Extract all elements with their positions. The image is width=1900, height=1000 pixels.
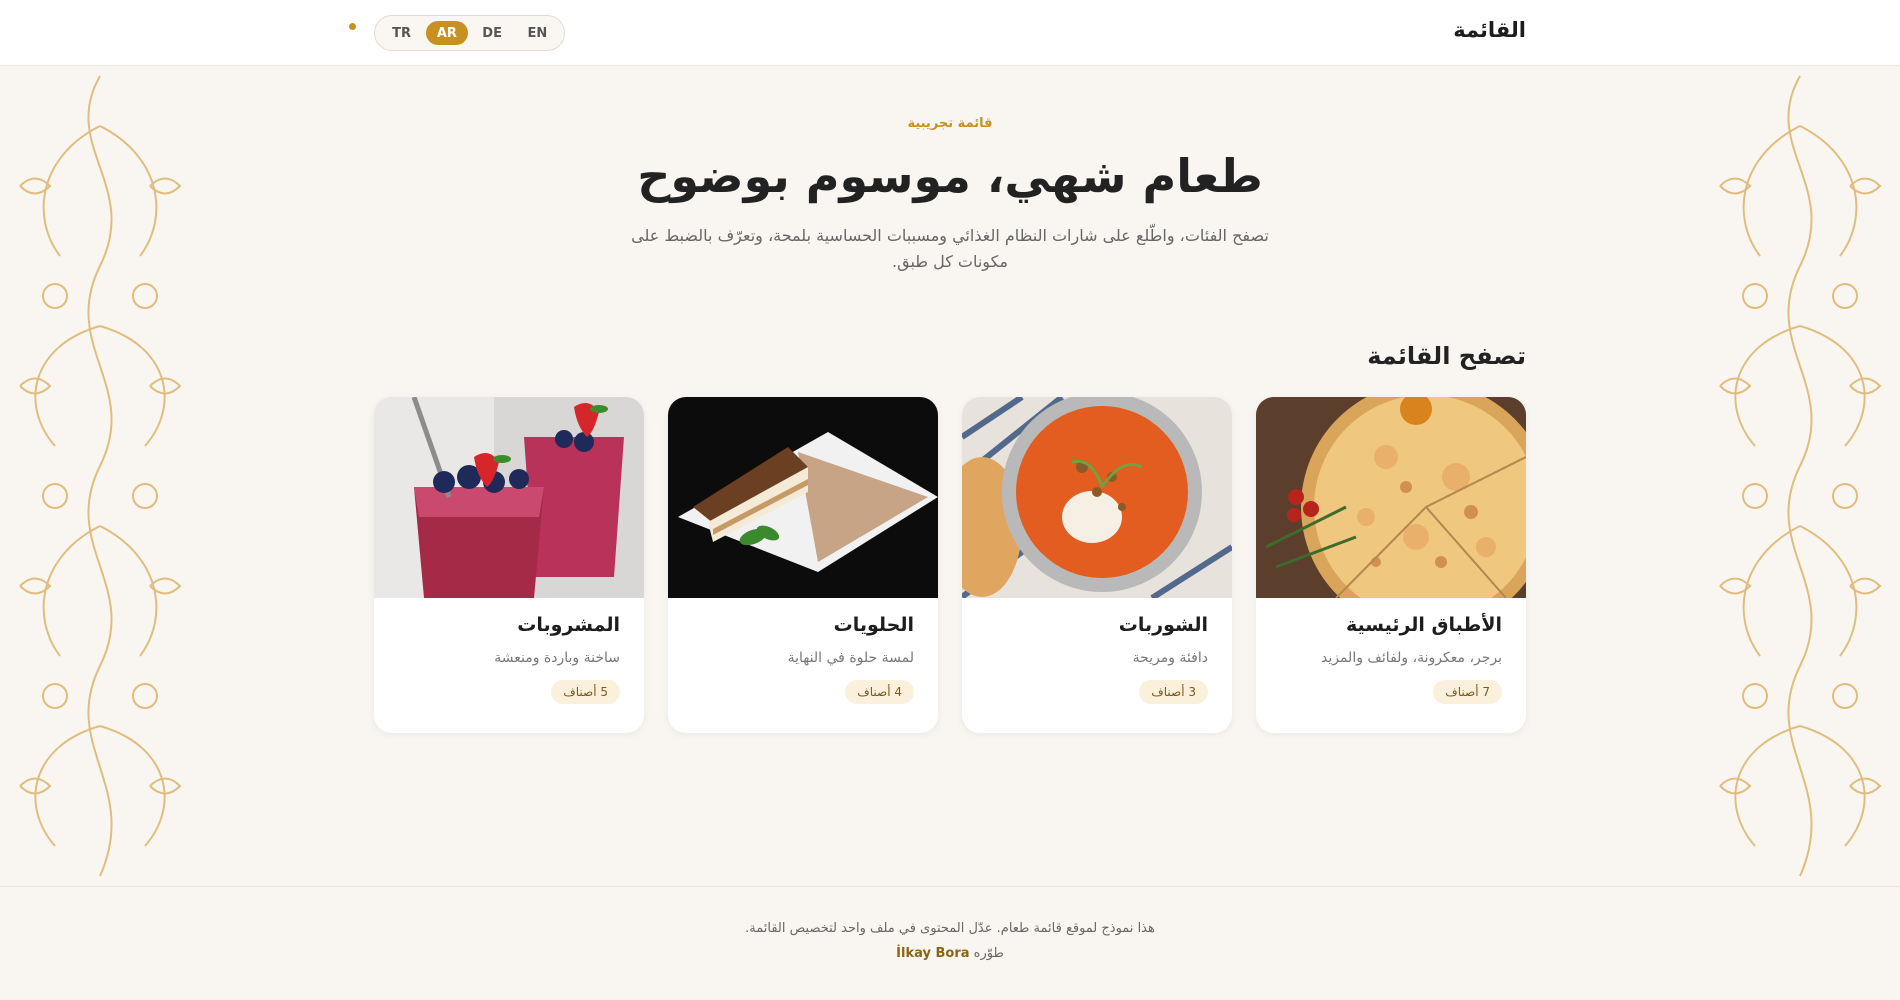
footer-credit: طوّره İlkay Bora: [0, 946, 1900, 961]
language-switcher: TR AR DE EN: [374, 15, 565, 51]
hero-eyebrow: قائمة تجريبية: [907, 116, 993, 131]
item-count-badge: 7 أصناف: [1433, 680, 1502, 704]
category-card-mains[interactable]: الأطباق الرئيسية برجر، معكرونة، ولفائف و…: [1256, 397, 1526, 733]
category-subtitle: برجر، معكرونة، ولفائف والمزيد: [1320, 650, 1502, 666]
tiramisu-image: [668, 397, 938, 598]
item-count-badge: 3 أصناف: [1139, 680, 1208, 704]
brand-logo[interactable]: القائمة: [1453, 18, 1526, 42]
brand-dot-icon: [349, 23, 356, 30]
category-card-desserts[interactable]: الحلويات لمسة حلوة في النهاية 4 أصناف: [668, 397, 938, 733]
category-subtitle: دافئة ومريحة: [1132, 650, 1208, 666]
hero-section: قائمة تجريبية طعام شهي، موسوم بوضوح تصفح…: [0, 66, 1900, 275]
lang-button-en[interactable]: EN: [517, 21, 558, 45]
category-subtitle: لمسة حلوة في النهاية: [787, 650, 914, 666]
item-count-badge: 5 أصناف: [551, 680, 620, 704]
footer-note: هذا نموذج لموقع قائمة طعام. عدّل المحتوى…: [745, 921, 1155, 936]
category-title: المشروبات: [517, 614, 620, 636]
pizza-image: [1256, 397, 1526, 598]
category-title: الحلويات: [833, 614, 914, 636]
lang-button-de[interactable]: DE: [472, 21, 513, 45]
credit-prefix: طوّره: [973, 946, 1004, 961]
item-count-badge: 4 أصناف: [845, 680, 914, 704]
browse-menu-heading: تصفح القائمة: [1367, 342, 1526, 370]
category-card-drinks[interactable]: المشروبات ساخنة وباردة ومنعشة 5 أصناف: [374, 397, 644, 733]
category-subtitle: ساخنة وباردة ومنعشة: [494, 650, 620, 666]
hero-description: تصفح الفئات، واطّلع على شارات النظام الغ…: [631, 226, 1269, 271]
category-card-soups[interactable]: الشوربات دافئة ومريحة 3 أصناف: [962, 397, 1232, 733]
lang-button-ar[interactable]: AR: [426, 21, 468, 45]
lang-button-tr[interactable]: TR: [381, 21, 422, 45]
top-navigation-bar: TR AR DE EN القائمة: [0, 0, 1900, 66]
soup-image: [962, 397, 1232, 598]
category-grid: الأطباق الرئيسية برجر، معكرونة، ولفائف و…: [374, 397, 1526, 733]
page-title: طعام شهي، موسوم بوضوح: [637, 149, 1263, 203]
category-title: الأطباق الرئيسية: [1345, 614, 1502, 636]
smoothie-image: [374, 397, 644, 598]
credit-author-link[interactable]: İlkay Bora: [896, 946, 969, 961]
category-title: الشوربات: [1118, 614, 1208, 636]
page-footer: هذا نموذج لموقع قائمة طعام. عدّل المحتوى…: [0, 886, 1900, 1000]
